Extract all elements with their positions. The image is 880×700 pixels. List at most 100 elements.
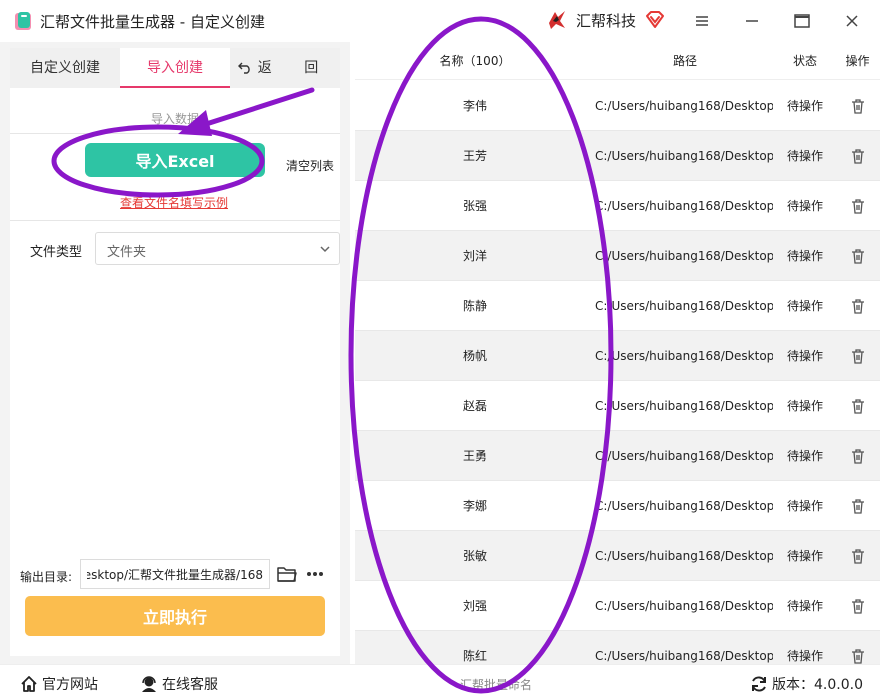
table-row[interactable]: 刘强 C:/Users/huibang168/Desktop/待操作 — [355, 581, 880, 631]
tab-custom-create[interactable]: 自定义创建 — [10, 48, 120, 88]
row-name: 刘洋 — [462, 249, 487, 263]
file-type-label: 文件类型 — [30, 245, 83, 260]
row-name: 李伟 — [462, 99, 487, 113]
row-path: C:/Users/huibang168/Desktop/ — [595, 299, 773, 313]
import-excel-button[interactable]: 导入Excel — [85, 143, 265, 177]
refresh-icon — [752, 676, 766, 692]
trash-icon — [851, 398, 864, 414]
official-website-link[interactable]: 官方网站 — [20, 674, 98, 694]
trash-icon — [851, 598, 864, 614]
table-row[interactable]: 刘洋 C:/Users/huibang168/Desktop/待操作 — [355, 231, 880, 281]
brand[interactable]: 汇帮科技 — [546, 9, 636, 31]
output-dir-input[interactable] — [80, 559, 270, 589]
row-path: C:/Users/huibang168/Desktop/ — [595, 349, 773, 363]
row-status: 待操作 — [786, 349, 823, 363]
row-delete-button[interactable] — [835, 81, 880, 131]
row-delete-button[interactable] — [835, 281, 880, 331]
row-path: C:/Users/huibang168/Desktop/ — [595, 149, 773, 163]
folder-icon[interactable] — [277, 565, 297, 583]
header-op: 操作 — [845, 54, 870, 68]
back-button[interactable]: 返 回 — [230, 48, 340, 88]
example-link[interactable]: 查看文件名填写示例 — [120, 194, 228, 211]
row-status: 待操作 — [786, 149, 823, 163]
table-body: 李伟 C:/Users/huibang168/Desktop/待操作 王芳 C:/Us… — [355, 81, 880, 664]
close-button[interactable] — [838, 8, 866, 34]
chevron-down-icon — [320, 246, 330, 253]
trash-icon — [851, 448, 864, 464]
trash-icon — [851, 348, 864, 364]
import-section-label: 导入数据 — [150, 112, 199, 126]
row-name: 李娜 — [462, 499, 487, 513]
row-delete-button[interactable] — [835, 631, 880, 664]
minimize-button[interactable] — [738, 8, 766, 34]
row-status: 待操作 — [786, 549, 823, 563]
table-row[interactable]: 陈红 C:/Users/huibang168/Desktop/待操作 — [355, 631, 880, 664]
table-row[interactable]: 赵磊 C:/Users/huibang168/Desktop/待操作 — [355, 381, 880, 431]
row-delete-button[interactable] — [835, 181, 880, 231]
table-row[interactable]: 王芳 C:/Users/huibang168/Desktop/待操作 — [355, 131, 880, 181]
version-info[interactable]: 版本：4.0.0.0 — [750, 674, 863, 694]
table-row[interactable]: 陈静 C:/Users/huibang168/Desktop/待操作 — [355, 281, 880, 331]
menu-icon — [696, 16, 708, 26]
row-path: C:/Users/huibang168/Desktop/ — [595, 549, 773, 563]
vip-diamond-icon[interactable] — [645, 11, 665, 29]
trash-icon — [851, 248, 864, 264]
tab-bar: 自定义创建 导入创建 返 回 — [10, 48, 340, 88]
trash-icon — [851, 548, 864, 564]
row-name: 王勇 — [462, 449, 487, 463]
row-delete-button[interactable] — [835, 131, 880, 181]
row-status: 待操作 — [786, 599, 823, 613]
menu-button[interactable] — [688, 8, 716, 34]
more-icon[interactable] — [305, 566, 325, 582]
row-delete-button[interactable] — [835, 481, 880, 531]
row-status: 待操作 — [786, 249, 823, 263]
clear-list-button[interactable]: 清空列表 — [286, 157, 334, 174]
row-status: 待操作 — [786, 299, 823, 313]
maximize-button[interactable] — [788, 8, 816, 34]
tab-import-create[interactable]: 导入创建 — [120, 48, 230, 88]
row-path: C:/Users/huibang168/Desktop/ — [595, 499, 773, 513]
row-delete-button[interactable] — [835, 381, 880, 431]
online-service-label: 在线客服 — [162, 677, 218, 693]
version-label: 版本：4.0.0.0 — [772, 677, 863, 693]
table-row[interactable]: 王勇 C:/Users/huibang168/Desktop/待操作 — [355, 431, 880, 481]
table-row[interactable]: 张敏 C:/Users/huibang168/Desktop/待操作 — [355, 531, 880, 581]
row-delete-button[interactable] — [835, 531, 880, 581]
brand-name: 汇帮科技 — [576, 11, 637, 30]
row-path: C:/Users/huibang168/Desktop/ — [595, 449, 773, 463]
table-row[interactable]: 李娜 C:/Users/huibang168/Desktop/待操作 — [355, 481, 880, 531]
minimize-icon — [746, 20, 758, 22]
header-status: 状态 — [792, 54, 817, 68]
trash-icon — [851, 648, 864, 664]
file-type-value: 文件夹 — [107, 245, 147, 260]
file-table: 名称（100） 路径 状态 操作 李伟 C:/Users/huibang168/D… — [355, 42, 880, 664]
left-panel: 自定义创建 导入创建 返 回 导入数据 导入Excel 清空列表 查看文件名填写… — [0, 42, 350, 664]
footer: 官方网站 在线客服 汇帮批量命名 版本：4.0.0.0 — [0, 664, 880, 700]
table-row[interactable]: 李伟 C:/Users/huibang168/Desktop/待操作 — [355, 81, 880, 131]
row-delete-button[interactable] — [835, 231, 880, 281]
trash-icon — [851, 98, 864, 114]
online-service-link[interactable]: 在线客服 — [140, 674, 218, 694]
maximize-icon — [794, 14, 810, 28]
header-path: 路径 — [672, 54, 697, 68]
close-icon — [846, 15, 858, 27]
row-delete-button[interactable] — [835, 431, 880, 481]
file-type-select[interactable]: 文件夹 — [95, 232, 340, 265]
run-now-button[interactable]: 立即执行 — [25, 596, 325, 636]
trash-icon — [851, 148, 864, 164]
table-row[interactable]: 杨帆 C:/Users/huibang168/Desktop/待操作 — [355, 331, 880, 381]
window-title: 汇帮文件批量生成器 - 自定义创建 — [40, 13, 265, 31]
title-bar: 汇帮文件批量生成器 - 自定义创建 汇帮科技 — [0, 0, 880, 42]
row-status: 待操作 — [786, 499, 823, 513]
row-name: 赵磊 — [462, 399, 487, 413]
row-delete-button[interactable] — [835, 581, 880, 631]
trash-icon — [851, 298, 864, 314]
row-delete-button[interactable] — [835, 331, 880, 381]
trash-icon — [851, 198, 864, 214]
row-path: C:/Users/huibang168/Desktop/ — [595, 599, 773, 613]
row-path: C:/Users/huibang168/Desktop/ — [595, 99, 773, 113]
row-status: 待操作 — [786, 649, 823, 663]
row-name: 杨帆 — [462, 349, 487, 363]
table-row[interactable]: 张强 C:/Users/huibang168/Desktop/待操作 — [355, 181, 880, 231]
back-label: 返 回 — [257, 60, 333, 76]
